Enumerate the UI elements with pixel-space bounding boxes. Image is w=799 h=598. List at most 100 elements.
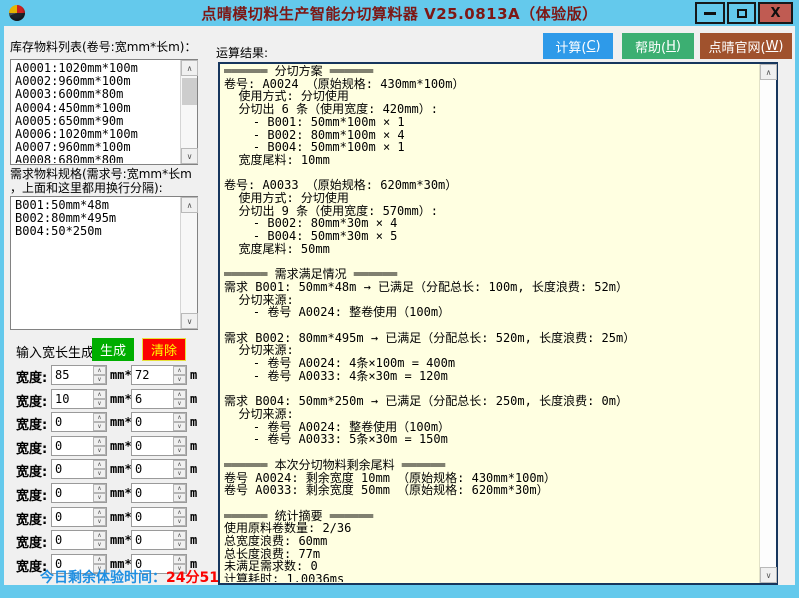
spin-up-icon[interactable]: ∧ — [93, 413, 106, 422]
width-row: 宽度: 0 ∧ ∨ mm* 0 ∧ ∨ — [4, 411, 214, 435]
spin-up-icon[interactable]: ∧ — [93, 508, 106, 517]
stock-scrollbar[interactable]: ∧ ∨ — [180, 60, 197, 164]
generate-button[interactable]: 生成 — [92, 338, 134, 361]
app-window: 点晴模切料生产智能分切算料器 V25.0813A（体验版） X 库存物料列表(卷… — [0, 0, 799, 598]
width-mm-input[interactable]: 0 ∧ ∨ — [51, 412, 107, 432]
length-m-input[interactable]: 0 ∧ ∨ — [131, 530, 187, 550]
spin-down-icon[interactable]: ∨ — [173, 446, 186, 455]
spin-up-icon[interactable]: ∧ — [93, 460, 106, 469]
title-bar[interactable]: 点晴模切料生产智能分切算料器 V25.0813A（体验版） X — [0, 0, 799, 26]
spin-down-icon[interactable]: ∨ — [93, 493, 106, 502]
spin-down-icon[interactable]: ∨ — [173, 517, 186, 526]
official-site-button[interactable]: 点晴官网(W) — [700, 33, 792, 59]
unit-m-label: m — [190, 439, 197, 453]
spin-up-icon[interactable]: ∧ — [93, 390, 106, 399]
maximize-button[interactable] — [727, 2, 756, 24]
spin-down-icon[interactable]: ∨ — [173, 422, 186, 431]
client-area: 库存物料列表(卷号:宽mm*长m)： A0001:1020mm*100mA000… — [4, 26, 795, 585]
clear-button[interactable]: 清除 — [142, 338, 186, 361]
calc-label: 计算( — [555, 37, 586, 56]
scroll-down-icon[interactable]: ∨ — [181, 313, 198, 329]
result-scrollbar[interactable]: ∧ ∨ — [759, 64, 776, 583]
width-row: 宽度: 0 ∧ ∨ mm* 0 ∧ ∨ — [4, 458, 214, 482]
spin-up-icon[interactable]: ∧ — [173, 555, 186, 564]
minimize-icon — [704, 12, 716, 15]
scroll-up-icon[interactable]: ∧ — [181, 60, 198, 76]
stock-list-item[interactable]: A0003:600mm*80m — [15, 88, 179, 101]
spin-down-icon[interactable]: ∨ — [173, 375, 186, 384]
generator-label: 输入宽长生成: — [16, 342, 98, 361]
spin-down-icon[interactable]: ∨ — [93, 375, 106, 384]
width-row-label: 宽度: — [16, 438, 47, 457]
spin-up-icon[interactable]: ∧ — [173, 484, 186, 493]
stock-list-item[interactable]: A0004:450mm*100m — [15, 102, 179, 115]
spin-down-icon[interactable]: ∨ — [93, 540, 106, 549]
spin-up-icon[interactable]: ∧ — [173, 413, 186, 422]
width-row-label: 宽度: — [16, 367, 47, 386]
width-mm-input[interactable]: 0 ∧ ∨ — [51, 530, 107, 550]
spin-down-icon[interactable]: ∨ — [93, 469, 106, 478]
length-m-input[interactable]: 0 ∧ ∨ — [131, 436, 187, 456]
scroll-down-icon[interactable]: ∨ — [760, 567, 777, 583]
scroll-up-icon[interactable]: ∧ — [760, 64, 777, 80]
demand-text[interactable]: B001:50mm*48m B002:80mm*495m B004:50*250… — [12, 198, 179, 328]
length-m-input[interactable]: 0 ∧ ∨ — [131, 459, 187, 479]
width-mm-input[interactable]: 0 ∧ ∨ — [51, 483, 107, 503]
spin-down-icon[interactable]: ∨ — [93, 517, 106, 526]
spin-up-icon[interactable]: ∧ — [93, 531, 106, 540]
unit-m-label: m — [190, 486, 197, 500]
spin-up-icon[interactable]: ∧ — [173, 390, 186, 399]
spin-up-icon[interactable]: ∧ — [173, 366, 186, 375]
width-row-label: 宽度: — [16, 461, 47, 480]
width-mm-input[interactable]: 10 ∧ ∨ — [51, 389, 107, 409]
minimize-button[interactable] — [695, 2, 725, 24]
stock-list: A0001:1020mm*100mA0002:960mm*100mA0003:6… — [12, 61, 179, 163]
close-button[interactable]: X — [758, 2, 793, 24]
scroll-down-icon[interactable]: ∨ — [181, 148, 198, 164]
length-m-input[interactable]: 0 ∧ ∨ — [131, 483, 187, 503]
spin-up-icon[interactable]: ∧ — [173, 460, 186, 469]
stock-list-item[interactable]: A0008:680mm*80m — [15, 154, 179, 163]
spin-up-icon[interactable]: ∧ — [93, 555, 106, 564]
spin-up-icon[interactable]: ∧ — [173, 531, 186, 540]
width-row: 宽度: 0 ∧ ∨ mm* 0 ∧ ∨ — [4, 506, 214, 530]
scroll-thumb[interactable] — [182, 78, 197, 105]
demand-scrollbar[interactable]: ∧ ∨ — [180, 197, 197, 329]
width-mm-input[interactable]: 85 ∧ ∨ — [51, 365, 107, 385]
unit-mm-label: mm* — [110, 510, 132, 524]
length-m-input[interactable]: 6 ∧ ∨ — [131, 389, 187, 409]
spin-down-icon[interactable]: ∨ — [93, 446, 106, 455]
demand-textarea[interactable]: B001:50mm*48m B002:80mm*495m B004:50*250… — [10, 196, 198, 330]
width-mm-input[interactable]: 0 ∧ ∨ — [51, 436, 107, 456]
unit-m-label: m — [190, 533, 197, 547]
spin-up-icon[interactable]: ∧ — [93, 484, 106, 493]
unit-m-label: m — [190, 368, 197, 382]
spin-down-icon[interactable]: ∨ — [173, 469, 186, 478]
stock-list-label: 库存物料列表(卷号:宽mm*长m)： — [10, 38, 196, 55]
site-label-suffix: ) — [778, 39, 783, 54]
spin-down-icon[interactable]: ∨ — [93, 399, 106, 408]
width-row: 宽度: 10 ∧ ∨ mm* 6 ∧ ∨ — [4, 388, 214, 412]
spin-up-icon[interactable]: ∧ — [93, 437, 106, 446]
stock-listbox[interactable]: A0001:1020mm*100mA0002:960mm*100mA0003:6… — [10, 59, 198, 165]
scroll-up-icon[interactable]: ∧ — [181, 197, 198, 213]
spin-up-icon[interactable]: ∧ — [93, 366, 106, 375]
spin-down-icon[interactable]: ∨ — [173, 540, 186, 549]
width-mm-input[interactable]: 0 ∧ ∨ — [51, 459, 107, 479]
calculate-button[interactable]: 计算(C) — [543, 33, 613, 59]
spin-down-icon[interactable]: ∨ — [173, 493, 186, 502]
help-button[interactable]: 帮助(H) — [622, 33, 694, 59]
result-output-area[interactable]: ══════ 分切方案 ══════ 卷号: A0024 （原始规格: 430m… — [218, 62, 778, 585]
spin-down-icon[interactable]: ∨ — [173, 399, 186, 408]
length-m-input[interactable]: 0 ∧ ∨ — [131, 412, 187, 432]
length-m-input[interactable]: 72 ∧ ∨ — [131, 365, 187, 385]
unit-m-label: m — [190, 392, 197, 406]
result-text[interactable]: ══════ 分切方案 ══════ 卷号: A0024 （原始规格: 430m… — [224, 65, 756, 582]
width-row-label: 宽度: — [16, 485, 47, 504]
length-m-input[interactable]: 0 ∧ ∨ — [131, 507, 187, 527]
spin-up-icon[interactable]: ∧ — [173, 437, 186, 446]
spin-up-icon[interactable]: ∧ — [173, 508, 186, 517]
trial-time-label: 今日剩余体验时间： — [40, 570, 166, 586]
width-mm-input[interactable]: 0 ∧ ∨ — [51, 507, 107, 527]
spin-down-icon[interactable]: ∨ — [93, 422, 106, 431]
